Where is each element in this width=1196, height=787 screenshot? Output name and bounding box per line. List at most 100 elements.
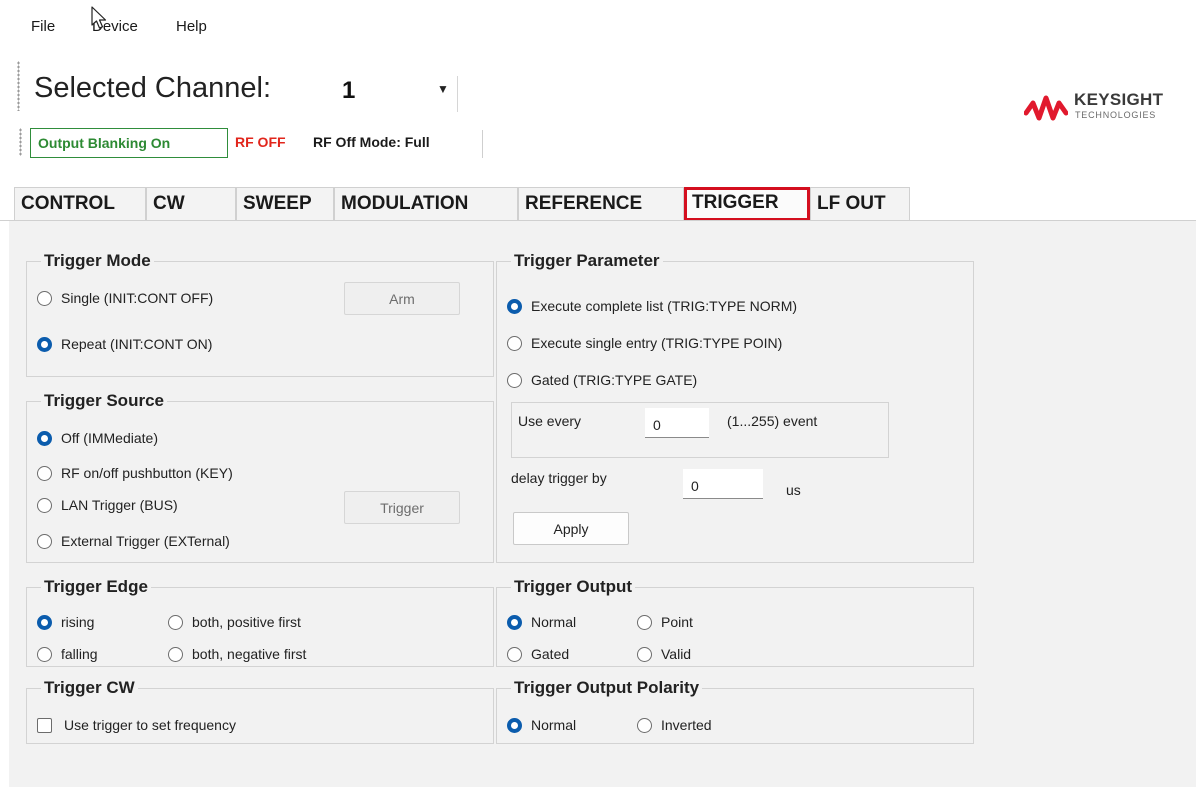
radio-output-normal-label: Normal — [531, 614, 577, 630]
tab-reference[interactable]: REFERENCE — [518, 187, 684, 221]
radio-source-lan-indicator[interactable] — [37, 497, 52, 513]
radio-edge-falling-indicator[interactable] — [37, 646, 52, 662]
use-every-input[interactable]: 0 — [645, 408, 709, 438]
trigger-parameter-title: Trigger Parameter — [511, 251, 663, 271]
chevron-down-icon[interactable]: ▼ — [437, 82, 449, 96]
tab-control[interactable]: CONTROL — [14, 187, 146, 221]
apply-button[interactable]: Apply — [513, 512, 629, 545]
tab-lf-out[interactable]: LF OUT — [810, 187, 910, 221]
checkbox-use-trigger[interactable]: Use trigger to set frequency — [37, 717, 236, 733]
radio-output-gated-indicator[interactable] — [507, 646, 522, 662]
menu-file[interactable]: File — [31, 18, 55, 35]
trigger-mode-group: Trigger Mode Single (INIT:CONT OFF) Repe… — [26, 251, 494, 377]
output-blanking-status: Output Blanking On — [30, 128, 228, 158]
radio-edge-rising[interactable]: rising — [37, 614, 94, 630]
radio-output-point[interactable]: Point — [637, 614, 693, 630]
checkbox-use-trigger-indicator[interactable] — [37, 717, 52, 733]
toolbar-grip[interactable] — [17, 61, 20, 111]
rf-off-mode-status: RF Off Mode: Full — [313, 134, 430, 150]
radio-polarity-normal[interactable]: Normal — [507, 717, 576, 733]
radio-repeat-label: Repeat (INIT:CONT ON) — [61, 336, 213, 352]
trigger-output-title: Trigger Output — [511, 577, 636, 597]
delay-label: delay trigger by — [511, 470, 607, 486]
trigger-panel: Trigger Mode Single (INIT:CONT OFF) Repe… — [9, 221, 1196, 787]
radio-source-lan[interactable]: LAN Trigger (BUS) — [37, 497, 178, 513]
radio-output-valid-label: Valid — [661, 646, 692, 662]
radio-edge-both-positive[interactable]: both, positive first — [168, 614, 301, 630]
radio-edge-falling[interactable]: falling — [37, 646, 98, 662]
selected-channel-value[interactable]: 1 — [342, 77, 355, 105]
radio-source-lan-label: LAN Trigger (BUS) — [61, 497, 178, 513]
radio-polarity-inverted-indicator[interactable] — [637, 717, 652, 733]
radio-output-normal-indicator[interactable] — [507, 614, 522, 630]
radio-output-valid-indicator[interactable] — [637, 646, 652, 662]
trigger-button[interactable]: Trigger — [344, 491, 460, 524]
keysight-wave-icon — [1024, 95, 1068, 121]
tab-trigger[interactable]: TRIGGER — [684, 187, 810, 221]
radio-edge-both-negative-indicator[interactable] — [168, 646, 183, 662]
radio-source-off[interactable]: Off (IMMediate) — [37, 430, 158, 446]
radio-repeat-indicator[interactable] — [37, 336, 52, 352]
tab-sweep[interactable]: SWEEP — [236, 187, 334, 221]
radio-edge-both-positive-indicator[interactable] — [168, 614, 183, 630]
radio-single-entry-label: Execute single entry (TRIG:TYPE POIN) — [531, 335, 783, 351]
keysight-logo: KEYSIGHT TECHNOLOGIES — [1024, 90, 1184, 130]
use-every-label: Use every — [518, 413, 582, 429]
logo-name: KEYSIGHT — [1074, 90, 1164, 109]
trigger-cw-title: Trigger CW — [41, 678, 138, 698]
radio-source-external-label: External Trigger (EXTernal) — [61, 533, 230, 549]
trigger-mode-title: Trigger Mode — [41, 251, 154, 271]
trigger-cw-group: Trigger CW Use trigger to set frequency — [26, 678, 494, 744]
selected-channel-label: Selected Channel: — [34, 72, 271, 104]
menu-help[interactable]: Help — [176, 18, 207, 35]
radio-polarity-normal-indicator[interactable] — [507, 717, 522, 733]
radio-source-external[interactable]: External Trigger (EXTernal) — [37, 533, 230, 549]
trigger-output-polarity-title: Trigger Output Polarity — [511, 678, 703, 698]
tab-bar: CONTROL CW SWEEP MODULATION REFERENCE TR… — [14, 187, 1196, 221]
use-every-suffix: (1...255) event — [727, 413, 818, 429]
radio-output-valid[interactable]: Valid — [637, 646, 691, 662]
trigger-output-group: Trigger Output Normal Gated Point Valid — [496, 577, 974, 667]
radio-source-key-indicator[interactable] — [37, 465, 52, 481]
mouse-pointer-icon — [91, 6, 107, 29]
radio-single[interactable]: Single (INIT:CONT OFF) — [37, 290, 213, 306]
radio-edge-both-negative[interactable]: both, negative first — [168, 646, 306, 662]
radio-complete-list[interactable]: Execute complete list (TRIG:TYPE NORM) — [507, 298, 797, 314]
radio-polarity-normal-label: Normal — [531, 717, 577, 733]
radio-gated-label: Gated (TRIG:TYPE GATE) — [531, 372, 698, 388]
radio-source-off-label: Off (IMMediate) — [61, 430, 158, 446]
radio-polarity-inverted-label: Inverted — [661, 717, 712, 733]
radio-complete-list-indicator[interactable] — [507, 298, 522, 314]
delay-unit: us — [786, 482, 801, 498]
radio-output-gated[interactable]: Gated — [507, 646, 569, 662]
radio-repeat[interactable]: Repeat (INIT:CONT ON) — [37, 336, 212, 352]
radio-gated[interactable]: Gated (TRIG:TYPE GATE) — [507, 372, 697, 388]
trigger-source-group: Trigger Source Off (IMMediate) RF on/off… — [26, 391, 494, 563]
tab-cw[interactable]: CW — [146, 187, 236, 221]
radio-output-normal[interactable]: Normal — [507, 614, 576, 630]
rf-status: RF OFF — [235, 134, 286, 150]
radio-output-point-label: Point — [661, 614, 693, 630]
radio-output-point-indicator[interactable] — [637, 614, 652, 630]
delay-input[interactable]: 0 — [683, 469, 763, 499]
status-grip[interactable] — [19, 128, 22, 156]
radio-source-off-indicator[interactable] — [37, 430, 52, 446]
trigger-source-title: Trigger Source — [41, 391, 167, 411]
trigger-parameter-group: Trigger Parameter Execute complete list … — [496, 251, 974, 563]
radio-edge-rising-indicator[interactable] — [37, 614, 52, 630]
radio-single-entry[interactable]: Execute single entry (TRIG:TYPE POIN) — [507, 335, 782, 351]
radio-edge-both-positive-label: both, positive first — [192, 614, 301, 630]
radio-source-external-indicator[interactable] — [37, 533, 52, 549]
radio-polarity-inverted[interactable]: Inverted — [637, 717, 712, 733]
radio-source-key[interactable]: RF on/off pushbutton (KEY) — [37, 465, 233, 481]
tab-modulation[interactable]: MODULATION — [334, 187, 518, 221]
trigger-edge-title: Trigger Edge — [41, 577, 151, 597]
radio-single-entry-indicator[interactable] — [507, 335, 522, 351]
arm-button[interactable]: Arm — [344, 282, 460, 315]
checkbox-use-trigger-label: Use trigger to set frequency — [64, 717, 236, 733]
radio-gated-indicator[interactable] — [507, 372, 522, 388]
radio-single-label: Single (INIT:CONT OFF) — [61, 290, 214, 306]
menu-bar: File Device Help — [0, 0, 1196, 44]
radio-output-gated-label: Gated — [531, 646, 570, 662]
radio-single-indicator[interactable] — [37, 290, 52, 306]
